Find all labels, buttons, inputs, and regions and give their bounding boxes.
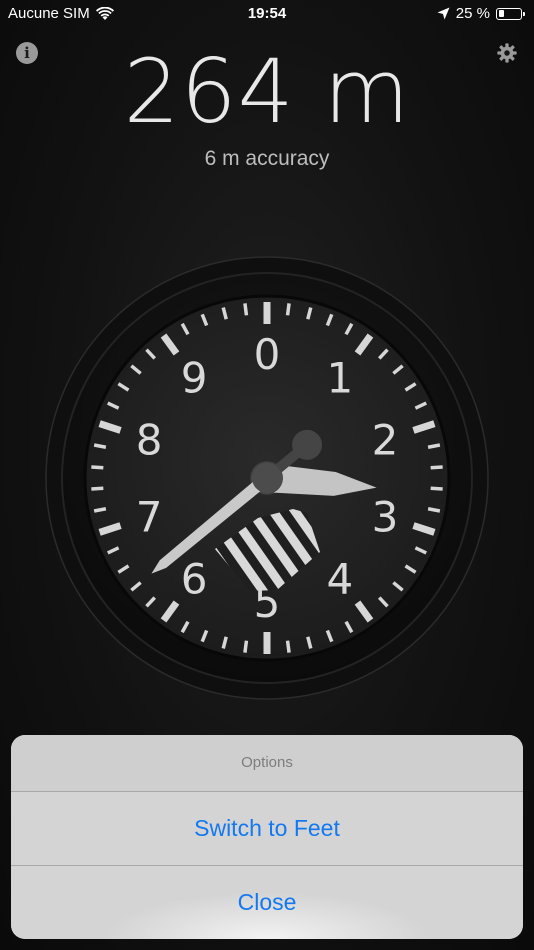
battery-fill	[498, 10, 504, 17]
dial-number-0: 0	[254, 330, 281, 379]
dial-number-2: 2	[372, 416, 399, 465]
minor-tick	[285, 303, 291, 316]
minor-tick	[91, 486, 104, 491]
minor-tick	[430, 486, 443, 491]
switch-to-feet-button[interactable]: Switch to Feet	[11, 792, 523, 866]
dial-number-8: 8	[136, 416, 163, 465]
minor-tick	[91, 465, 104, 470]
dial-number-7: 7	[136, 492, 163, 541]
minor-tick	[427, 443, 441, 449]
close-button[interactable]: Close	[11, 866, 523, 939]
battery-icon	[496, 7, 525, 20]
altimeter-gauge: 0 123456789	[45, 256, 489, 700]
minor-tick	[285, 640, 291, 653]
minor-tick	[427, 507, 441, 513]
accuracy-label: 6 m accuracy	[204, 147, 330, 170]
options-action-sheet: Options Switch to Feet Close	[11, 735, 523, 939]
minor-tick	[243, 303, 249, 316]
dial-number-3: 3	[372, 492, 399, 541]
status-right: 25 %	[437, 5, 525, 22]
altitude-value: 264 m	[123, 40, 411, 143]
minor-tick	[93, 507, 107, 513]
minor-tick	[243, 640, 249, 653]
status-bar: Aucune SIM 19:54 25 %	[0, 0, 534, 30]
minor-tick	[93, 443, 107, 449]
battery-percent: 25 %	[455, 5, 490, 22]
location-arrow-icon	[437, 7, 450, 20]
dial-number-1: 1	[327, 354, 354, 403]
dial-number-9: 9	[181, 354, 208, 403]
sheet-title: Options	[11, 735, 523, 792]
dial-number-6: 6	[181, 554, 208, 603]
minor-tick	[430, 465, 443, 470]
dial-number-4: 4	[327, 554, 354, 603]
